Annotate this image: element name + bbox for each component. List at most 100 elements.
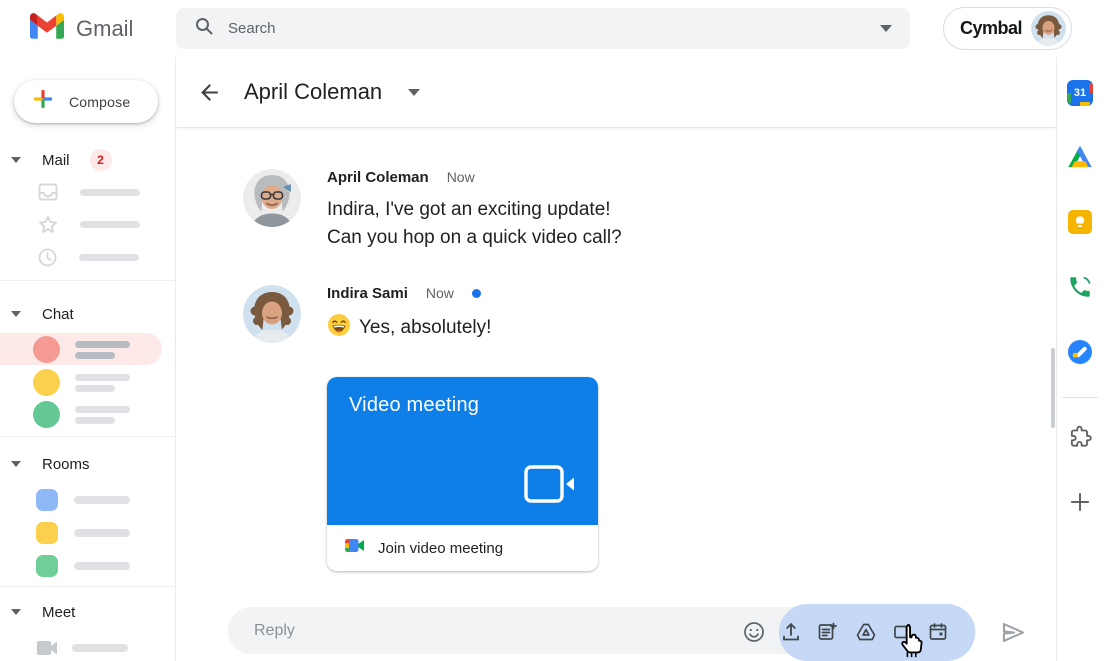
meet-item[interactable] (36, 640, 128, 656)
placeholder-bar (75, 374, 130, 381)
video-meeting-card[interactable]: Video meeting Join video meeting (327, 377, 598, 571)
message-line: Indira, I've got an exciting update! (327, 196, 622, 224)
collapse-caret-icon[interactable] (11, 461, 21, 467)
placeholder-bar (80, 189, 140, 196)
chat-header: April Coleman (177, 57, 1056, 128)
google-keep-icon[interactable] (1067, 209, 1093, 235)
sidebar-section-mail[interactable]: Mail 2 (0, 149, 112, 171)
grinning-face-emoji-icon (327, 313, 351, 346)
collapse-caret-icon[interactable] (11, 157, 21, 163)
sender-name: April Coleman (327, 169, 429, 186)
search-bar[interactable] (176, 8, 910, 49)
message-line: Can you hop on a quick video call? (327, 224, 622, 252)
star-icon (38, 215, 58, 234)
room-avatar (36, 522, 58, 544)
create-doc-button[interactable] (816, 621, 838, 643)
meet-section-label: Meet (42, 604, 75, 621)
message-avatar-indira[interactable] (243, 285, 301, 343)
sidebar-divider (0, 436, 176, 437)
google-calendar-icon[interactable]: 31 (1067, 80, 1093, 106)
upload-file-button[interactable] (780, 621, 802, 643)
video-card-title: Video meeting (349, 394, 576, 417)
chat-avatar (33, 336, 60, 363)
placeholder-bar (74, 496, 130, 504)
placeholder-bar (75, 341, 130, 348)
chat-item[interactable] (33, 336, 130, 363)
chat-panel (177, 57, 1056, 661)
sidebar-section-chat[interactable]: Chat (0, 303, 74, 325)
sidebar-item-inbox[interactable] (38, 183, 140, 201)
conversation-options-caret-icon[interactable] (408, 89, 420, 96)
app-title: Gmail (76, 16, 133, 42)
phone-call-icon[interactable] (1067, 274, 1093, 300)
compose-button[interactable]: Compose (14, 80, 158, 123)
video-call-button[interactable] (892, 621, 914, 643)
join-video-meeting-button[interactable]: Join video meeting (327, 525, 598, 571)
gmail-logo-icon (30, 13, 64, 44)
message-time: Now (447, 169, 475, 185)
gmail-brand[interactable]: Gmail (30, 13, 133, 44)
placeholder-bar (74, 529, 130, 537)
google-drive-icon[interactable] (1067, 145, 1093, 171)
sidebar-section-rooms[interactable]: Rooms (0, 453, 90, 475)
mail-section-label: Mail (42, 152, 70, 169)
side-panel-divider (1062, 397, 1098, 398)
chat-section-label: Chat (42, 306, 74, 323)
placeholder-bar (74, 562, 130, 570)
placeholder-bar (75, 352, 115, 359)
search-icon[interactable] (194, 16, 214, 41)
message-time: Now (426, 285, 454, 301)
room-avatar (36, 555, 58, 577)
chat-avatar (33, 401, 60, 428)
message-text: Yes, absolutely! (327, 313, 491, 346)
clock-icon (38, 248, 57, 267)
conversation-title: April Coleman (244, 79, 382, 105)
room-avatar (36, 489, 58, 511)
sidebar-divider (0, 586, 176, 587)
sidebar-divider (0, 280, 176, 281)
account-avatar[interactable] (1031, 11, 1066, 46)
room-item[interactable] (36, 555, 130, 577)
calendar-invite-button[interactable] (927, 621, 949, 643)
room-item[interactable] (36, 489, 130, 511)
google-tasks-icon[interactable] (1067, 339, 1093, 365)
new-message-dot (472, 289, 481, 298)
message-avatar-april[interactable] (243, 169, 301, 227)
placeholder-bar (80, 221, 140, 228)
video-camera-icon (524, 465, 576, 508)
join-video-meeting-label: Join video meeting (378, 540, 503, 557)
video-meeting-card-banner[interactable]: Video meeting (327, 377, 598, 525)
chat-item[interactable] (33, 401, 130, 428)
search-input[interactable] (228, 20, 880, 37)
addons-puzzle-icon[interactable] (1067, 424, 1093, 450)
scrollbar-thumb[interactable] (1051, 348, 1055, 428)
back-button[interactable] (197, 80, 222, 105)
top-bar: Gmail Cymbal (0, 0, 1104, 57)
add-panel-plus-icon[interactable] (1067, 489, 1093, 515)
sidebar-item-snoozed[interactable] (38, 248, 139, 267)
message-text: Indira, I've got an exciting update! Can… (327, 196, 622, 251)
room-item[interactable] (36, 522, 130, 544)
send-button[interactable] (1000, 619, 1027, 646)
video-camera-icon (36, 640, 58, 656)
collapse-caret-icon[interactable] (11, 609, 21, 615)
account-pill[interactable]: Cymbal (943, 7, 1072, 50)
inbox-icon (38, 183, 58, 201)
message-line: Yes, absolutely! (359, 317, 491, 338)
search-options-caret-icon[interactable] (880, 25, 892, 32)
rooms-section-label: Rooms (42, 456, 90, 473)
compose-label: Compose (69, 94, 130, 110)
chat-item[interactable] (33, 369, 130, 396)
emoji-button[interactable] (743, 621, 765, 643)
compose-plus-icon (31, 87, 55, 116)
message-meta: Indira Sami Now (327, 285, 481, 302)
placeholder-bar (75, 406, 130, 413)
sidebar-item-starred[interactable] (38, 215, 140, 234)
calendar-day-label: 31 (1074, 87, 1086, 99)
message-meta: April Coleman Now (327, 169, 475, 186)
collapse-caret-icon[interactable] (11, 311, 21, 317)
sidebar-section-meet[interactable]: Meet (0, 601, 75, 623)
placeholder-bar (79, 254, 139, 261)
drive-attachment-button[interactable] (855, 621, 877, 643)
reply-input[interactable] (254, 622, 674, 640)
